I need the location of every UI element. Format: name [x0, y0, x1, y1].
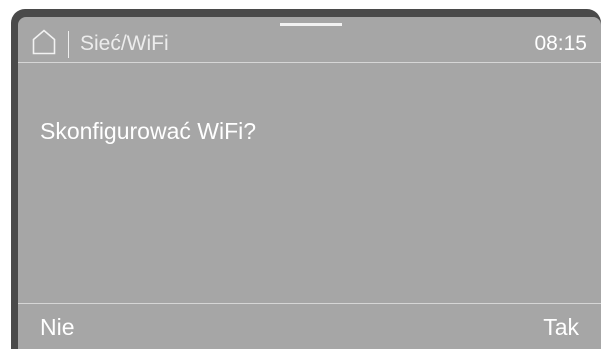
- dialog-question: Skonfigurować WiFi?: [40, 118, 257, 144]
- home-icon[interactable]: [32, 29, 56, 55]
- header-title: Sieć/WiFi: [80, 32, 169, 55]
- yes-button[interactable]: Tak: [543, 310, 579, 344]
- header-divider: [68, 31, 69, 58]
- display-screen: Sieć/WiFi 08:15 Skonfigurować WiFi? Nie …: [18, 17, 601, 349]
- header-bar: Sieć/WiFi 08:15: [18, 17, 601, 62]
- footer-divider-line: [18, 303, 601, 304]
- clock-time: 08:15: [534, 32, 587, 55]
- header-divider-line: [18, 62, 601, 63]
- no-button[interactable]: Nie: [40, 310, 75, 344]
- device-bezel: Sieć/WiFi 08:15 Skonfigurować WiFi? Nie …: [0, 0, 601, 349]
